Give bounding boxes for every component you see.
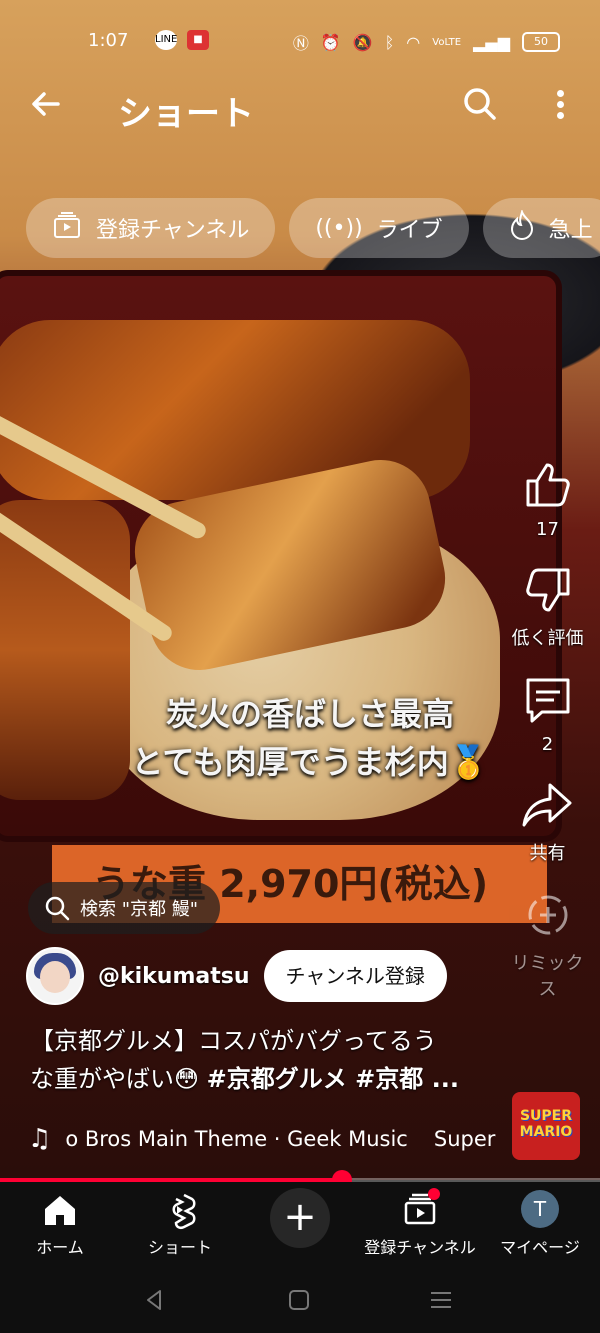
live-icon: ((•))	[315, 215, 363, 241]
nav-shorts[interactable]: ショート	[120, 1190, 240, 1258]
page-title: ショート	[118, 94, 254, 134]
thumbs-up-icon	[518, 455, 578, 515]
like-button[interactable]: 17	[505, 455, 590, 540]
system-home-icon[interactable]	[284, 1285, 314, 1315]
home-icon	[40, 1190, 80, 1230]
shorts-screen: 炭火の香ばしさ最高 とても肉厚でうま杉内🥇 うな重 2,970円(税込) 1:0…	[0, 0, 600, 1333]
music-track-next: Super	[433, 1127, 496, 1151]
alarm-icon: ⏰	[320, 32, 341, 52]
remix-label: リミックス	[511, 953, 584, 1000]
chip-label: ライブ	[376, 218, 443, 243]
caption-line: 炭火の香ばしさ最高	[165, 695, 454, 733]
comment-count: 2	[541, 734, 554, 755]
system-recents-icon[interactable]	[426, 1285, 456, 1315]
plus-icon: +	[283, 1194, 317, 1240]
nav-label: ホーム	[36, 1238, 84, 1257]
description-text: な重がやばい😳	[30, 1065, 207, 1093]
remix-button[interactable]: リミックス	[505, 885, 590, 1001]
dislike-button[interactable]: 低く評価	[505, 560, 590, 650]
battery-icon: 50	[522, 32, 560, 52]
album-art-thumbnail[interactable]: SUPER MARIO	[512, 1092, 580, 1160]
system-nav-bar	[0, 1267, 600, 1333]
filter-chips: 登録チャンネル ((•)) ライブ 急上	[26, 198, 600, 258]
search-icon	[44, 895, 70, 921]
like-count: 17	[536, 519, 559, 540]
create-button[interactable]: +	[270, 1188, 330, 1248]
video-caption: 炭火の香ばしさ最高 とても肉厚でうま杉内🥇	[80, 690, 540, 786]
share-label: 共有	[529, 843, 566, 864]
dislike-label: 低く評価	[511, 628, 584, 649]
music-track: o Bros Main Theme · Geek Music	[65, 1127, 408, 1151]
volte-icon: VoLTE	[432, 36, 462, 48]
nav-label: ショート	[147, 1238, 212, 1257]
nav-subscriptions[interactable]: 登録チャンネル	[360, 1188, 480, 1258]
channel-row: @kikumatsu チャンネル登録	[26, 947, 447, 1005]
channel-handle[interactable]: @kikumatsu	[98, 964, 250, 989]
trending-icon	[509, 208, 535, 246]
chip-label: 登録チャンネル	[96, 218, 250, 243]
mute-icon: 🔕	[352, 32, 373, 52]
chip-trending[interactable]: 急上	[482, 198, 600, 258]
video-description[interactable]: 【京都グルメ】コスパがバグってるう な重がやばい😳 #京都グルメ #京都 ...	[30, 1022, 500, 1098]
share-icon	[518, 775, 578, 835]
nav-label: 登録チャンネル	[364, 1238, 476, 1257]
description-line: な重がやばい😳 #京都グルメ #京都 ...	[30, 1060, 500, 1098]
thumbs-down-icon	[518, 560, 578, 620]
status-bar: 1:07 LINE ■ Ⓝ ⏰ 🔕 ᛒ ◠ VoLTE ▂▄▆ 50	[0, 18, 600, 62]
nav-home[interactable]: ホーム	[0, 1190, 120, 1258]
chip-live[interactable]: ((•)) ライブ	[289, 198, 469, 258]
shorts-icon	[160, 1190, 200, 1230]
share-button[interactable]: 共有	[505, 775, 590, 865]
album-art-text: SUPER MARIO	[519, 1108, 573, 1140]
remix-icon	[518, 885, 578, 945]
line-icon: LINE	[155, 30, 177, 50]
music-row[interactable]: ♫ o Bros Main Theme · Geek Music Super	[28, 1124, 498, 1154]
search-hint-text: 検索 "京都 鰻"	[80, 899, 199, 920]
wifi-icon: ◠	[406, 32, 421, 52]
back-arrow-icon[interactable]	[28, 86, 64, 131]
nav-label: マイページ	[500, 1238, 580, 1257]
subscriptions-icon	[52, 210, 82, 246]
subscribe-button[interactable]: チャンネル登録	[263, 950, 447, 1002]
comment-icon	[518, 670, 578, 730]
nav-mypage[interactable]: T マイページ	[480, 1190, 600, 1258]
related-search-chip[interactable]: 検索 "京都 鰻"	[28, 882, 221, 934]
top-bar: ショート	[0, 80, 600, 140]
status-right-icons: Ⓝ ⏰ 🔕 ᛒ ◠ VoLTE ▂▄▆ 50	[293, 30, 560, 54]
chip-subscriptions[interactable]: 登録チャンネル	[26, 198, 276, 258]
comments-button[interactable]: 2	[505, 670, 590, 755]
system-back-icon[interactable]	[140, 1285, 170, 1315]
chip-label: 急上	[548, 218, 593, 243]
search-icon[interactable]	[460, 84, 500, 124]
app-badge-icon: ■	[187, 30, 209, 50]
avatar[interactable]	[26, 947, 84, 1005]
nfc-icon: Ⓝ	[292, 34, 309, 53]
hashtags: #京都グルメ #京都 ...	[206, 1065, 459, 1093]
bluetooth-icon: ᛒ	[384, 32, 395, 52]
action-rail: 17 低く評価 2 共有 リミックス	[505, 455, 590, 1021]
notification-dot	[428, 1188, 440, 1200]
bottom-nav: ホーム ショート + 登録チャンネル T マイページ	[0, 1182, 600, 1267]
status-time: 1:07	[88, 30, 129, 51]
description-line: 【京都グルメ】コスパがバグってるう	[30, 1027, 437, 1055]
subscriptions-icon	[400, 1188, 440, 1230]
music-note-icon: ♫	[28, 1124, 52, 1154]
signal-icon: ▂▄▆	[473, 32, 510, 52]
user-avatar: T	[521, 1190, 559, 1228]
status-left-icons: LINE ■	[155, 30, 209, 50]
caption-line: とても肉厚でうま杉内🥇	[131, 743, 489, 781]
more-vert-icon[interactable]	[550, 86, 570, 126]
